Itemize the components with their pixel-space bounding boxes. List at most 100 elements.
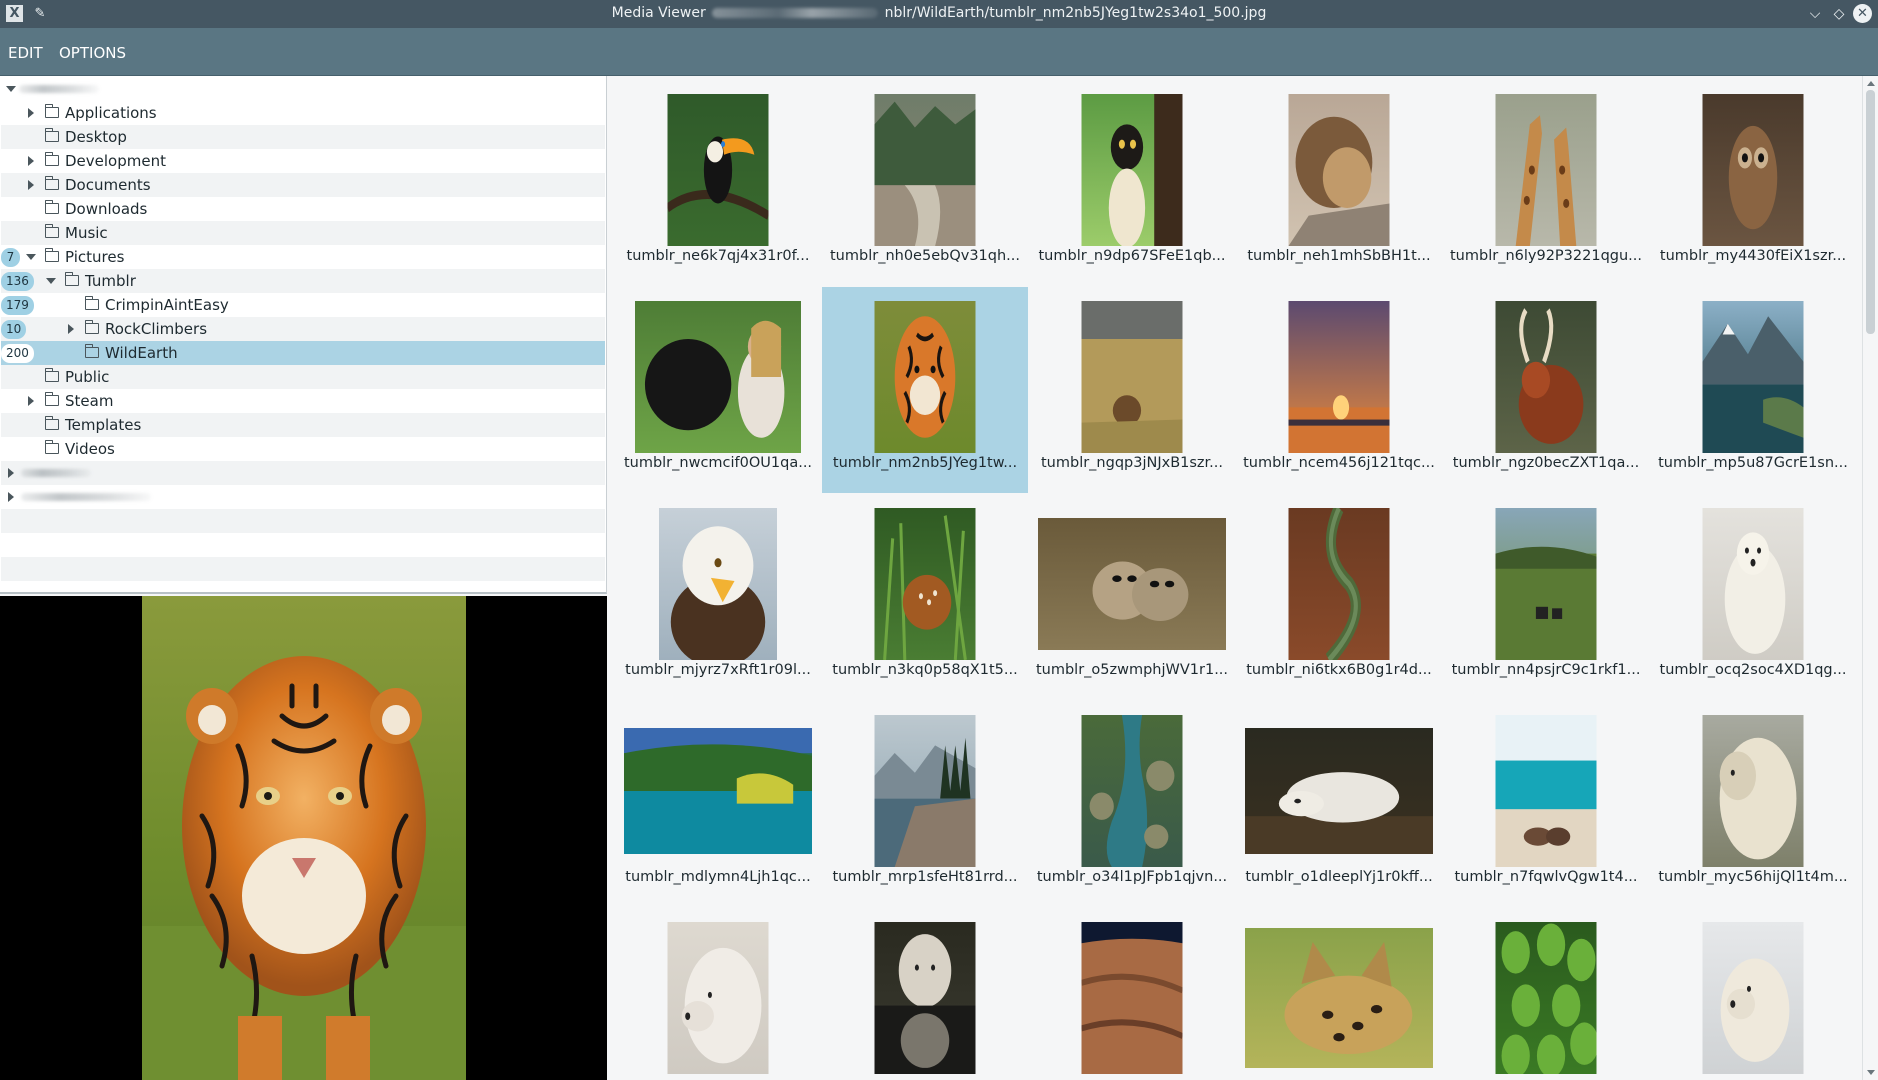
collapse-arrow-icon[interactable] <box>6 86 16 92</box>
minimize-icon[interactable]: ⌵ <box>1805 4 1825 24</box>
thumbnail-item[interactable]: tumblr_myc56hijQl1t4m... <box>1650 701 1856 907</box>
thumbnail-caption: tumblr_nh0e5ebQv31qh... <box>830 248 1020 264</box>
tree-item-templates[interactable]: Templates <box>1 413 605 437</box>
folder-tree: Applications Desktop Development Documents D… <box>0 76 607 594</box>
folder-icon <box>44 248 59 262</box>
folder-icon <box>84 296 99 310</box>
scroll-up-icon[interactable] <box>1867 81 1875 86</box>
thumbnail-item[interactable] <box>1029 908 1235 1080</box>
thumbnail-treetops <box>1495 922 1597 1074</box>
expand-arrow-icon[interactable] <box>28 108 34 118</box>
window-title-suffix: nblr/WildEarth/tumblr_nm2nb5JYeg1tw2s34o… <box>884 5 1267 21</box>
maximize-icon[interactable]: ◇ <box>1829 4 1849 24</box>
thumbnail-lemur <box>1081 94 1183 246</box>
thumbnail-wolf-reflection <box>874 922 976 1074</box>
tree-item-label: Videos <box>65 440 115 458</box>
expand-arrow-icon[interactable] <box>28 180 34 190</box>
thumbnail-rocky-shore <box>874 715 976 867</box>
thumbnail-item[interactable]: tumblr_ocq2soc4XD1qg... <box>1650 494 1856 700</box>
expand-arrow-icon[interactable] <box>68 324 74 334</box>
thumbnail-item[interactable]: tumblr_neh1mhSbBH1t... <box>1236 80 1442 286</box>
expand-arrow-icon[interactable] <box>28 156 34 166</box>
tree-item-music[interactable]: Music <box>1 221 605 245</box>
thumbnail-item[interactable]: tumblr_ne6k7qj4x31r0f... <box>615 80 821 286</box>
thumbnail-item[interactable]: tumblr_ni6tkx6B0g1r4d... <box>1236 494 1442 700</box>
tree-item-wildearth[interactable]: WildEarth 200 <box>1 341 605 365</box>
folder-icon <box>44 152 59 166</box>
thumbnail-item[interactable]: tumblr_n9dp67SFeE1qb... <box>1029 80 1235 286</box>
thumbnail-item[interactable]: tumblr_nn4psjrC9c1rkf1... <box>1443 494 1649 700</box>
tree-root-row[interactable] <box>1 77 605 101</box>
thumbnail-item[interactable]: tumblr_o1dleeplYj1r0kff... <box>1236 701 1442 907</box>
thumbnail-item[interactable] <box>615 908 821 1080</box>
folder-icon <box>44 200 59 214</box>
thumbnail-item[interactable]: tumblr_nwcmcif0OU1qa... <box>615 287 821 493</box>
collapse-arrow-icon[interactable] <box>26 254 36 260</box>
folder-icon <box>64 272 79 286</box>
tree-item-label: Applications <box>65 104 157 122</box>
thumbnail-caption: tumblr_ne6k7qj4x31r0f... <box>626 248 810 264</box>
thumbnail-item[interactable]: tumblr_mp5u87GcrE1sn... <box>1650 287 1856 493</box>
folder-icon <box>44 392 59 406</box>
thumbnail-item[interactable] <box>1443 908 1649 1080</box>
thumbnail-item[interactable] <box>1650 908 1856 1080</box>
tree-item-rockclimbers[interactable]: RockClimbers 10 <box>1 317 605 341</box>
tree-item-documents[interactable]: Documents <box>1 173 605 197</box>
tree-item-downloads[interactable]: Downloads <box>1 197 605 221</box>
tree-item-desktop[interactable]: Desktop <box>1 125 605 149</box>
tree-item-applications[interactable]: Applications <box>1 101 605 125</box>
thumbnail-turquoise-lake <box>624 728 812 854</box>
item-count-badge: 200 <box>1 344 34 363</box>
collapse-arrow-icon[interactable] <box>46 278 56 284</box>
tree-item-label: Downloads <box>65 200 148 218</box>
close-icon[interactable]: ✕ <box>1853 4 1872 23</box>
tree-item-label: WildEarth <box>105 344 178 362</box>
expand-arrow-icon[interactable] <box>28 396 34 406</box>
thumbnail-item[interactable]: tumblr_ncem456j121tqc... <box>1236 287 1442 493</box>
thumbnail-polar-bear <box>1702 508 1804 660</box>
thumbnail-item[interactable]: tumblr_n7fqwlvQgw1t4... <box>1443 701 1649 907</box>
thumbnail-mountain-lake <box>1702 301 1804 453</box>
image-preview <box>0 596 607 1080</box>
scroll-down-icon[interactable] <box>1867 1070 1875 1075</box>
thumbnail-item[interactable]: tumblr_nm2nb5JYeg1tw... <box>822 287 1028 493</box>
thumbnail-item[interactable] <box>822 908 1028 1080</box>
menu-options[interactable]: OPTIONS <box>59 44 126 62</box>
scrollbar-thumb[interactable] <box>1866 90 1875 334</box>
thumbnail-item[interactable]: tumblr_o34l1pJFpb1qjvn... <box>1029 701 1235 907</box>
tree-item-development[interactable]: Development <box>1 149 605 173</box>
tree-item-pictures[interactable]: Pictures 7 <box>1 245 605 269</box>
thumbnail-item[interactable]: tumblr_n6ly92P3221qgu... <box>1443 80 1649 286</box>
thumbnail-caption: tumblr_ngqp3jNJxB1szr... <box>1040 455 1223 471</box>
thumbnail-item[interactable]: tumblr_ngz0becZXT1qa... <box>1443 287 1649 493</box>
thumbnail-item[interactable]: tumblr_my4430fEiX1szr... <box>1650 80 1856 286</box>
tree-item-tumblr[interactable]: Tumblr 136 <box>1 269 605 293</box>
thumbnail-item[interactable]: tumblr_ngqp3jNJxB1szr... <box>1029 287 1235 493</box>
grid-scrollbar[interactable] <box>1862 76 1878 1080</box>
tree-item-crimpinainteasy[interactable]: CrimpinAintEasy 179 <box>1 293 605 317</box>
thumbnail-meerkats <box>1038 518 1226 650</box>
thumbnail-caption: tumblr_ni6tkx6B0g1r4d... <box>1246 662 1432 678</box>
thumbnail-item[interactable] <box>1236 908 1442 1080</box>
tree-item-label: Development <box>65 152 166 170</box>
expand-arrow-icon[interactable] <box>8 492 14 502</box>
thumbnail-caption: tumblr_n7fqwlvQgw1t4... <box>1454 869 1638 885</box>
thumbnail-item[interactable]: tumblr_n3kq0p58qX1t5... <box>822 494 1028 700</box>
thumbnail-forest-river <box>874 94 976 246</box>
menu-edit[interactable]: EDIT <box>8 44 43 62</box>
thumbnail-item[interactable]: tumblr_mjyrz7xRft1r09l... <box>615 494 821 700</box>
thumbnail-item[interactable]: tumblr_mdlymn4Ljh1qc... <box>615 701 821 907</box>
preview-photo <box>142 596 466 1080</box>
expand-arrow-icon[interactable] <box>8 468 14 478</box>
tree-item-videos[interactable]: Videos <box>1 437 605 461</box>
thumbnail-caption: tumblr_mrp1sfeHt81rrd... <box>832 869 1018 885</box>
thumbnail-grid: tumblr_ne6k7qj4x31r0f... tumblr_nh0e5ebQv… <box>608 76 1862 1080</box>
tree-item-public[interactable]: Public <box>1 365 605 389</box>
tree-blurred-row[interactable] <box>1 461 605 485</box>
tree-blurred-row[interactable] <box>1 485 605 509</box>
thumbnail-item[interactable]: tumblr_o5zwmphjWV1r1... <box>1029 494 1235 700</box>
tree-item-steam[interactable]: Steam <box>1 389 605 413</box>
thumbnail-item[interactable]: tumblr_nh0e5ebQv31qh... <box>822 80 1028 286</box>
thumbnail-lion-sleeping <box>1288 94 1390 246</box>
thumbnail-item[interactable]: tumblr_mrp1sfeHt81rrd... <box>822 701 1028 907</box>
